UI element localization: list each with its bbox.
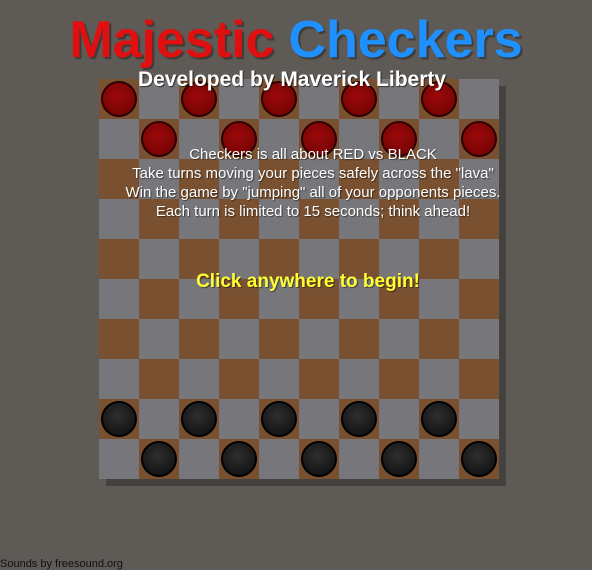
board-square[interactable] — [379, 439, 419, 479]
black-checker-piece[interactable] — [181, 401, 217, 437]
board-square[interactable] — [419, 319, 459, 359]
board-square[interactable] — [219, 319, 259, 359]
black-checker-piece[interactable] — [221, 441, 257, 477]
board-square[interactable] — [179, 399, 219, 439]
board-square[interactable] — [379, 359, 419, 399]
instruction-line: Take turns moving your pieces safely acr… — [132, 165, 494, 182]
black-checker-piece[interactable] — [381, 441, 417, 477]
sound-credits: Sounds by freesound.org — [0, 558, 123, 570]
board-square[interactable] — [139, 319, 179, 359]
board-square[interactable] — [299, 439, 339, 479]
board-square[interactable] — [459, 439, 499, 479]
board-square[interactable] — [339, 319, 379, 359]
board-square[interactable] — [139, 359, 179, 399]
board-square[interactable] — [299, 359, 339, 399]
board-square[interactable] — [219, 439, 259, 479]
board-square[interactable] — [459, 319, 499, 359]
board-square[interactable] — [219, 359, 259, 399]
board-square[interactable] — [379, 399, 419, 439]
board-square[interactable] — [259, 399, 299, 439]
board-square[interactable] — [259, 359, 299, 399]
black-checker-piece[interactable] — [261, 401, 297, 437]
board-square[interactable] — [299, 399, 339, 439]
board-square[interactable] — [339, 399, 379, 439]
black-checker-piece[interactable] — [101, 401, 137, 437]
board-square[interactable] — [419, 439, 459, 479]
board-square[interactable] — [299, 319, 339, 359]
black-checker-piece[interactable] — [421, 401, 457, 437]
title-word-majestic: Majestic — [69, 11, 275, 69]
instructions: Checkers is all about RED vs BLACK Take … — [0, 145, 592, 221]
board-square[interactable] — [459, 359, 499, 399]
board-square[interactable] — [99, 439, 139, 479]
start-prompt[interactable]: Click anywhere to begin! — [0, 271, 592, 293]
board-square[interactable] — [99, 319, 139, 359]
board-square[interactable] — [419, 399, 459, 439]
board-square[interactable] — [99, 359, 139, 399]
board-square[interactable] — [99, 399, 139, 439]
title-word-checkers: Checkers — [288, 11, 523, 69]
board-square[interactable] — [459, 399, 499, 439]
board-square[interactable] — [379, 319, 419, 359]
subtitle: Developed by Maverick Liberty — [137, 68, 447, 91]
board-square[interactable] — [179, 359, 219, 399]
board-square[interactable] — [339, 439, 379, 479]
board-square[interactable] — [339, 359, 379, 399]
board-square[interactable] — [259, 319, 299, 359]
board-square[interactable] — [259, 439, 299, 479]
black-checker-piece[interactable] — [141, 441, 177, 477]
black-checker-piece[interactable] — [461, 441, 497, 477]
board-square[interactable] — [139, 399, 179, 439]
instruction-line: Checkers is all about RED vs BLACK — [189, 146, 437, 163]
board-square[interactable] — [219, 399, 259, 439]
black-checker-piece[interactable] — [301, 441, 337, 477]
game-title: Majestic Checkers — [0, 8, 592, 72]
instruction-line: Each turn is limited to 15 seconds; thin… — [155, 203, 471, 220]
black-checker-piece[interactable] — [341, 401, 377, 437]
instruction-line: Win the game by "jumping" all of your op… — [125, 184, 501, 201]
board-square[interactable] — [179, 319, 219, 359]
board-square[interactable] — [139, 439, 179, 479]
board-square[interactable] — [179, 439, 219, 479]
board-square[interactable] — [419, 359, 459, 399]
